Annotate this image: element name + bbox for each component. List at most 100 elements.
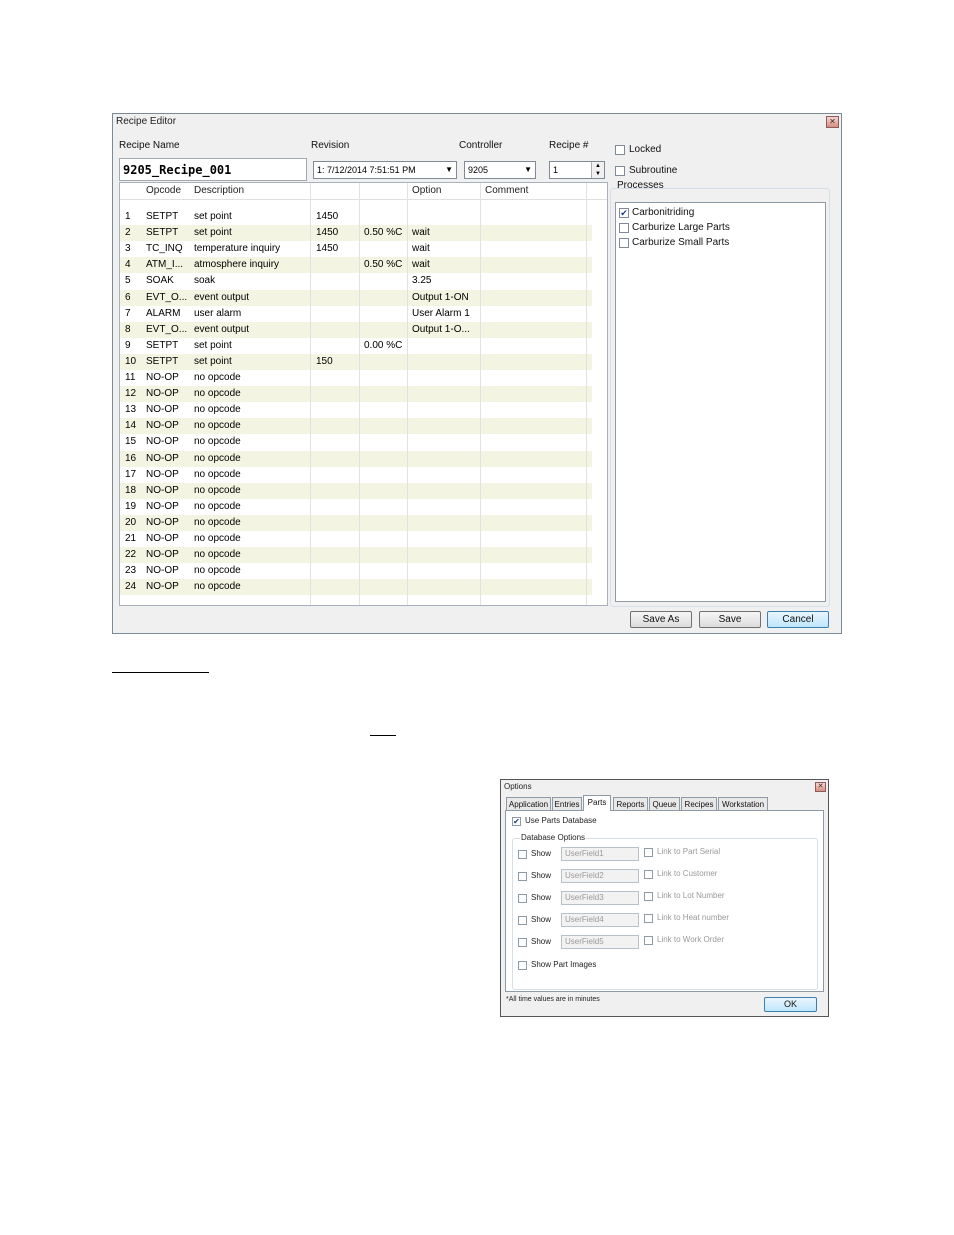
description-cell: no opcode: [194, 484, 241, 496]
step-number: 20: [125, 516, 137, 528]
locked-checkbox[interactable]: [615, 145, 625, 155]
table-row[interactable]: 2 SETPT set point 1450 0.50 %C wait: [120, 225, 592, 242]
cancel-button[interactable]: Cancel: [767, 611, 829, 628]
user-field-input[interactable]: UserField2: [561, 869, 639, 883]
show-field-checkbox[interactable]: [518, 938, 527, 947]
description-cell: set point: [194, 355, 232, 367]
process-label: Carburize Large Parts: [632, 222, 730, 233]
description-cell: set point: [194, 211, 232, 222]
table-row[interactable]: 4 ATM_I... atmosphere inquiry 0.50 %C wait: [120, 257, 592, 274]
user-field-input[interactable]: UserField3: [561, 891, 639, 905]
ok-button[interactable]: OK: [764, 997, 817, 1012]
table-row[interactable]: 24 NO-OP no opcode: [120, 579, 592, 596]
tab-entries[interactable]: Entries: [552, 797, 582, 810]
database-options-label: Database Options: [520, 833, 587, 842]
table-row[interactable]: 16 NO-OP no opcode: [120, 450, 592, 467]
process-label: Carburize Small Parts: [632, 237, 730, 248]
description-cell: no opcode: [194, 468, 241, 480]
table-row[interactable]: 15 NO-OP no opcode: [120, 434, 592, 450]
link-field-checkbox[interactable]: [644, 936, 653, 945]
option-cell: wait: [412, 243, 430, 255]
table-row[interactable]: 6 EVT_O... event output Output 1-ON: [120, 289, 592, 306]
show-part-images-label: Show Part Images: [531, 960, 597, 969]
revision-label: Revision: [311, 140, 350, 151]
show-field-checkbox[interactable]: [518, 916, 527, 925]
tab-reports[interactable]: Reports: [613, 797, 648, 810]
table-row[interactable]: 13 NO-OP no opcode: [120, 402, 592, 418]
recipe-name-input[interactable]: 9205_Recipe_001: [119, 158, 307, 181]
user-field-input[interactable]: UserField5: [561, 935, 639, 949]
table-row[interactable]: 12 NO-OP no opcode: [120, 386, 592, 403]
link-field-label: Link to Part Serial: [657, 847, 721, 856]
opcode-cell: SETPT: [146, 355, 179, 367]
table-row[interactable]: 11 NO-OP no opcode: [120, 370, 592, 386]
step-number: 18: [125, 484, 137, 496]
use-parts-database-checkbox[interactable]: ✔: [512, 817, 521, 826]
process-item[interactable]: Carburize Small Parts: [619, 236, 819, 250]
window-title: Recipe Editor: [116, 116, 177, 127]
tab-application[interactable]: Application: [506, 797, 551, 810]
table-row[interactable]: 10 SETPT set point 150: [120, 353, 592, 370]
controller-select[interactable]: 9205 ▼: [464, 161, 536, 179]
table-row[interactable]: 5 SOAK soak 3.25: [120, 273, 592, 289]
opcode-cell: NO-OP: [146, 533, 179, 544]
tab-workstation[interactable]: Workstation: [718, 797, 768, 810]
table-row[interactable]: 9 SETPT set point 0.00 %C: [120, 338, 592, 354]
table-row[interactable]: 7 ALARM user alarm User Alarm 1: [120, 306, 592, 322]
subroutine-checkbox[interactable]: [615, 166, 625, 176]
process-checkbox[interactable]: [619, 223, 629, 233]
table-row[interactable]: 14 NO-OP no opcode: [120, 418, 592, 435]
save-button[interactable]: Save: [699, 611, 761, 628]
step-number: 19: [125, 500, 137, 512]
table-row[interactable]: 17 NO-OP no opcode: [120, 467, 592, 483]
recipe-steps-grid[interactable]: Opcode Description Option Comment 1 SETPT…: [119, 182, 608, 606]
opcode-cell: SETPT: [146, 227, 179, 239]
tab-parts[interactable]: Parts: [583, 795, 611, 811]
show-part-images-checkbox[interactable]: [518, 961, 527, 970]
close-icon[interactable]: ✕: [815, 782, 826, 792]
table-row[interactable]: 3 TC_INQ temperature inquiry 1450 wait: [120, 241, 592, 257]
show-field-label: Show: [531, 937, 552, 946]
process-checkbox[interactable]: ✔: [619, 208, 629, 218]
table-row[interactable]: 8 EVT_O... event output Output 1-O...: [120, 321, 592, 338]
opcode-cell: NO-OP: [146, 388, 179, 400]
table-row[interactable]: 1 SETPT set point 1450: [120, 209, 592, 225]
description-cell: no opcode: [194, 436, 241, 448]
link-field-checkbox[interactable]: [644, 870, 653, 879]
description-cell: temperature inquiry: [194, 243, 281, 255]
process-item[interactable]: ✔ Carbonitriding: [619, 206, 819, 220]
step-number: 21: [125, 533, 137, 544]
close-icon[interactable]: ✕: [826, 116, 839, 128]
revision-select[interactable]: 1: 7/12/2014 7:51:51 PM ▼: [313, 161, 457, 179]
table-row[interactable]: 19 NO-OP no opcode: [120, 499, 592, 515]
description-cell: event output: [194, 323, 250, 335]
opcode-cell: SETPT: [146, 339, 179, 351]
chevron-down-icon: ▼: [445, 165, 453, 174]
link-field-checkbox[interactable]: [644, 914, 653, 923]
spinner-arrows-icon[interactable]: ▲ ▼: [591, 162, 604, 178]
table-row[interactable]: 22 NO-OP no opcode: [120, 547, 592, 564]
user-field-input[interactable]: UserField1: [561, 847, 639, 861]
show-field-checkbox[interactable]: [518, 894, 527, 903]
user-field-input[interactable]: UserField4: [561, 913, 639, 927]
step-number: 1: [125, 211, 131, 222]
tab-queue[interactable]: Queue: [649, 797, 680, 810]
process-checkbox[interactable]: [619, 238, 629, 248]
recipe-number-spinner[interactable]: 1 ▲ ▼: [549, 161, 605, 179]
table-row[interactable]: 18 NO-OP no opcode: [120, 482, 592, 499]
link-field-checkbox[interactable]: [644, 848, 653, 857]
table-row[interactable]: 21 NO-OP no opcode: [120, 531, 592, 547]
description-cell: set point: [194, 339, 232, 351]
link-field-checkbox[interactable]: [644, 892, 653, 901]
description-cell: no opcode: [194, 549, 241, 561]
table-row[interactable]: 20 NO-OP no opcode: [120, 514, 592, 531]
show-field-checkbox[interactable]: [518, 850, 527, 859]
tab-recipes[interactable]: Recipes: [681, 797, 717, 810]
save-as-button[interactable]: Save As: [630, 611, 692, 628]
table-row[interactable]: 23 NO-OP no opcode: [120, 563, 592, 579]
processes-list[interactable]: ✔ Carbonitriding Carburize Large Parts C…: [615, 202, 826, 602]
process-item[interactable]: Carburize Large Parts: [619, 221, 819, 235]
description-cell: no opcode: [194, 565, 241, 577]
opcode-cell: NO-OP: [146, 484, 179, 496]
show-field-checkbox[interactable]: [518, 872, 527, 881]
